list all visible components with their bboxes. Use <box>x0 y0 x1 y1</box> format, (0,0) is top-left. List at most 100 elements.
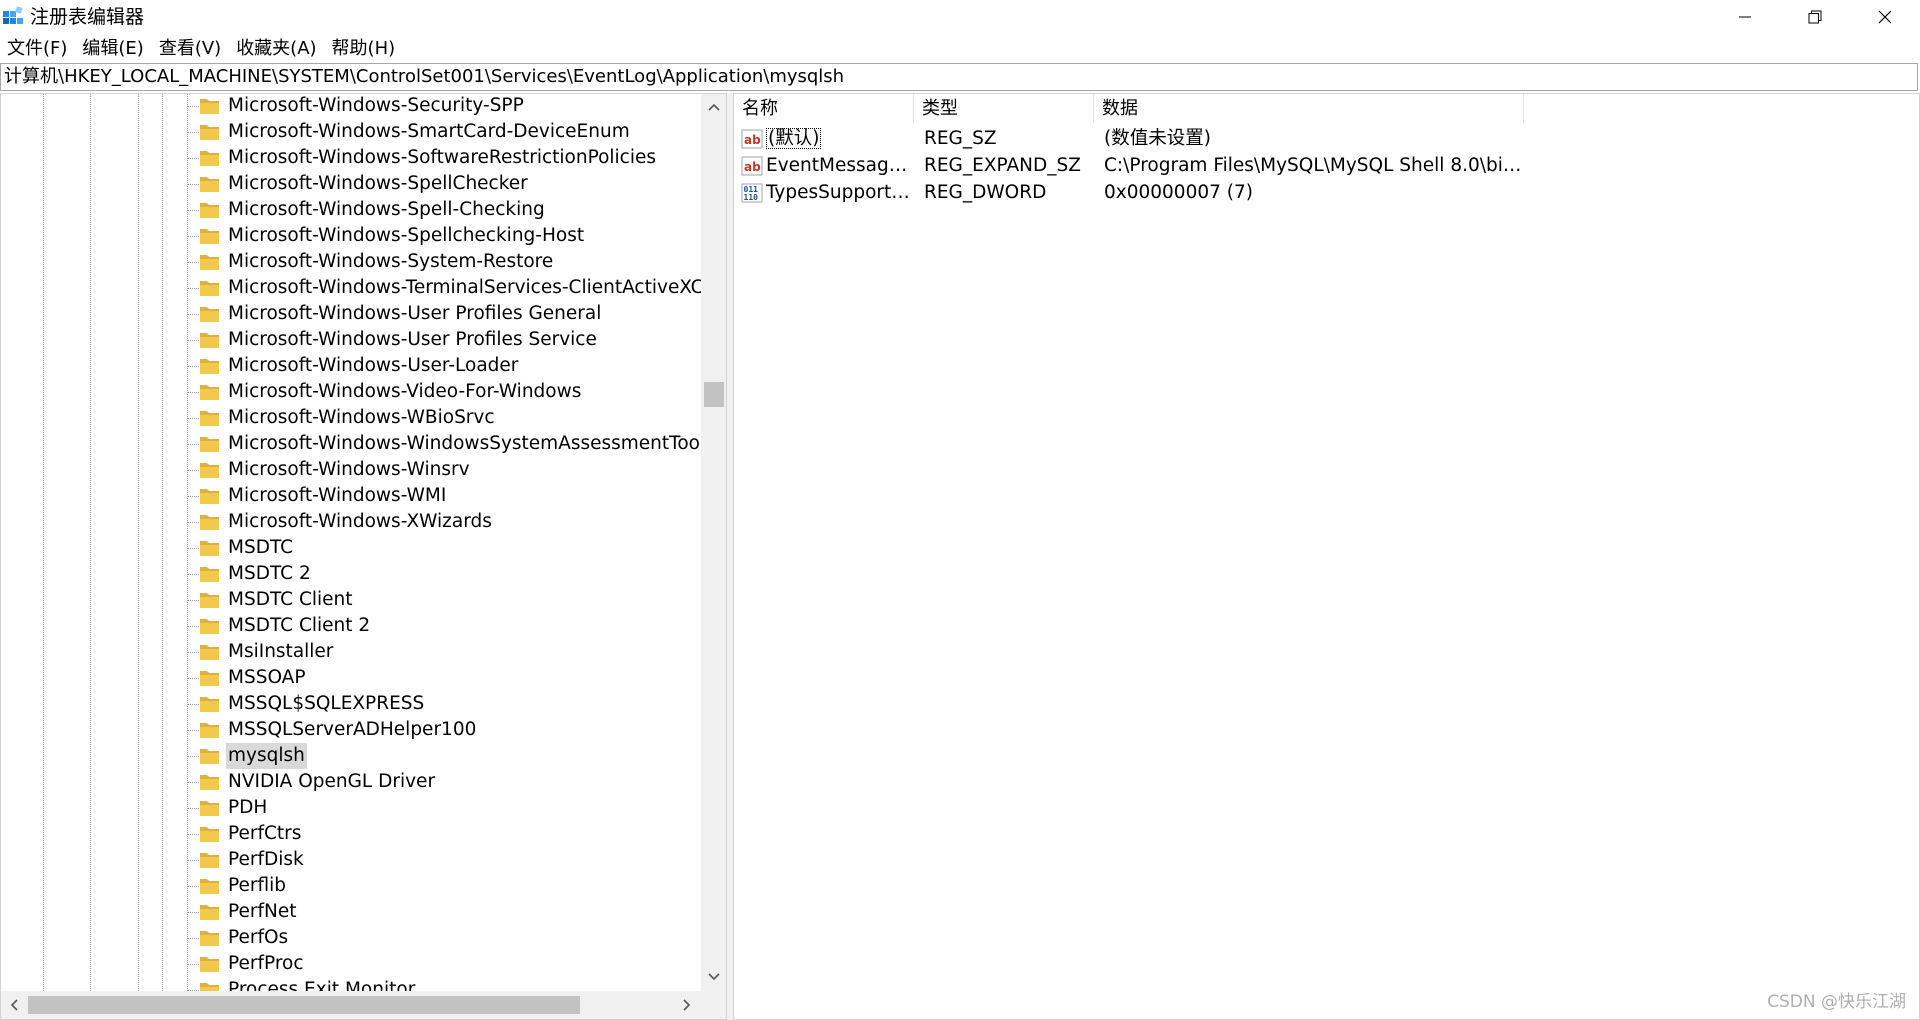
tree-item[interactable]: MSSQLServerADHelper100 <box>1 717 701 743</box>
folder-icon <box>200 983 219 991</box>
column-header-type[interactable]: 类型 <box>914 94 1094 123</box>
column-header-name[interactable]: 名称 <box>734 94 914 123</box>
tree-item-label: MSDTC 2 <box>228 563 311 584</box>
tree-item[interactable]: MSDTC Client <box>1 587 701 613</box>
tree-item[interactable]: Microsoft-Windows-Winsrv <box>1 457 701 483</box>
folder-icon <box>200 671 219 686</box>
string-value-icon: ab <box>741 156 763 176</box>
tree-item[interactable]: MSSQL$SQLEXPRESS <box>1 691 701 717</box>
value-row[interactable]: 011 110 TypesSupported REG_DWORD 0x00000… <box>734 179 1914 206</box>
folder-icon <box>200 333 219 348</box>
tree-item[interactable]: Process Exit Monitor <box>1 977 701 991</box>
address-bar <box>0 63 1918 91</box>
tree-item[interactable]: MsiInstaller <box>1 639 701 665</box>
menu-help[interactable]: 帮助(H) <box>326 36 402 62</box>
tree-item[interactable]: PerfOs <box>1 925 701 951</box>
close-button[interactable] <box>1850 0 1920 34</box>
tree-item[interactable]: MSSOAP <box>1 665 701 691</box>
scroll-thumb[interactable] <box>704 382 724 407</box>
tree-item[interactable]: Microsoft-Windows-User Profiles General <box>1 301 701 327</box>
folder-icon <box>200 619 219 634</box>
tree-item[interactable]: PDH <box>1 795 701 821</box>
tree-item-label: MSDTC Client 2 <box>228 615 371 636</box>
tree-item-label: Perflib <box>228 875 287 896</box>
tree-item[interactable]: PerfCtrs <box>1 821 701 847</box>
folder-icon <box>200 775 219 790</box>
column-header-data[interactable]: 数据 <box>1094 94 1524 123</box>
tree-item[interactable]: Microsoft-Windows-TerminalServices-Clien… <box>1 275 701 301</box>
folder-icon <box>200 203 219 218</box>
tree-item[interactable]: MSDTC Client 2 <box>1 613 701 639</box>
tree-item-label: Microsoft-Windows-User-Loader <box>228 355 519 376</box>
tree-item[interactable]: Microsoft-Windows-XWizards <box>1 509 701 535</box>
tree-item-label: PDH <box>228 797 268 818</box>
chevron-up-icon <box>707 103 720 111</box>
address-input[interactable] <box>4 64 1909 90</box>
menu-file[interactable]: 文件(F) <box>0 36 73 62</box>
svg-text:ab: ab <box>744 160 761 174</box>
folder-icon <box>200 307 219 322</box>
close-icon <box>1878 10 1892 24</box>
tree-item-label: Microsoft-Windows-Winsrv <box>228 459 470 480</box>
tree-vertical-scrollbar[interactable] <box>701 94 726 991</box>
tree-item-label: Microsoft-Windows-WindowsSystemAssessmen… <box>228 433 701 454</box>
tree-item[interactable]: Perflib <box>1 873 701 899</box>
folder-icon <box>200 723 219 738</box>
folder-icon <box>200 801 219 816</box>
tree-item[interactable]: Microsoft-Windows-Security-SPP <box>1 94 701 119</box>
menu-edit[interactable]: 编辑(E) <box>76 36 149 62</box>
tree-item-label: Microsoft-Windows-XWizards <box>228 511 492 532</box>
tree-item[interactable]: Microsoft-Windows-Video-For-Windows <box>1 379 701 405</box>
scroll-up-button[interactable] <box>701 94 726 120</box>
scroll-right-button[interactable] <box>674 991 700 1019</box>
menu-view[interactable]: 查看(V) <box>153 36 227 62</box>
folder-icon <box>200 385 219 400</box>
tree-horizontal-scrollbar[interactable] <box>1 991 726 1019</box>
tree-item[interactable]: Microsoft-Windows-Spellchecking-Host <box>1 223 701 249</box>
tree-item[interactable]: mysqlsh <box>1 743 701 769</box>
tree-item[interactable]: Microsoft-Windows-SpellChecker <box>1 171 701 197</box>
tree-item[interactable]: Microsoft-Windows-SoftwareRestrictionPol… <box>1 145 701 171</box>
value-row[interactable]: ab (默认) REG_SZ (数值未设置) <box>734 125 1914 152</box>
tree-item[interactable]: PerfNet <box>1 899 701 925</box>
scroll-down-button[interactable] <box>701 964 726 990</box>
tree-item[interactable]: PerfProc <box>1 951 701 977</box>
tree-item[interactable]: Microsoft-Windows-System-Restore <box>1 249 701 275</box>
tree-item-label: MSSQL$SQLEXPRESS <box>228 693 425 714</box>
minimize-button[interactable] <box>1710 0 1780 34</box>
scroll-left-button[interactable] <box>1 991 27 1019</box>
menu-bar: 文件(F) 编辑(E) 查看(V) 收藏夹(A) 帮助(H) <box>0 36 404 62</box>
tree-item[interactable]: Microsoft-Windows-WindowsSystemAssessmen… <box>1 431 701 457</box>
folder-icon <box>200 125 219 140</box>
binary-value-icon: 011 110 <box>741 183 763 203</box>
scroll-thumb[interactable] <box>28 996 580 1014</box>
tree-item[interactable]: Microsoft-Windows-User-Loader <box>1 353 701 379</box>
values-list-pane: 名称 类型 数据 ab (默认) REG_SZ (数值未设置) ab Event… <box>733 93 1920 1020</box>
menu-favorites[interactable]: 收藏夹(A) <box>230 36 322 62</box>
minimize-icon <box>1739 16 1751 18</box>
tree-item-label: Process Exit Monitor <box>228 979 416 991</box>
folder-icon <box>200 255 219 270</box>
value-row[interactable]: ab EventMessageF... REG_EXPAND_SZ C:\Pro… <box>734 152 1914 179</box>
svg-text:ab: ab <box>744 133 761 147</box>
tree-item[interactable]: Microsoft-Windows-WMI <box>1 483 701 509</box>
title-bar: 注册表编辑器 <box>0 0 1920 34</box>
folder-icon <box>200 489 219 504</box>
tree-item[interactable]: MSDTC <box>1 535 701 561</box>
tree-item-label: MSDTC Client <box>228 589 353 610</box>
tree-item[interactable]: Microsoft-Windows-Spell-Checking <box>1 197 701 223</box>
restore-button[interactable] <box>1780 0 1850 34</box>
tree-item-label: NVIDIA OpenGL Driver <box>228 771 436 792</box>
tree-item[interactable]: Microsoft-Windows-SmartCard-DeviceEnum <box>1 119 701 145</box>
tree-item-label: mysqlsh <box>226 743 307 769</box>
tree-item[interactable]: PerfDisk <box>1 847 701 873</box>
tree-item[interactable]: NVIDIA OpenGL Driver <box>1 769 701 795</box>
tree-item-label: PerfProc <box>228 953 304 974</box>
folder-icon <box>200 749 219 764</box>
tree-item[interactable]: MSDTC 2 <box>1 561 701 587</box>
folder-icon <box>200 229 219 244</box>
key-tree: Microsoft-Windows-Security-SPP Microsoft-… <box>1 94 701 991</box>
folder-icon <box>200 879 219 894</box>
tree-item[interactable]: Microsoft-Windows-User Profiles Service <box>1 327 701 353</box>
tree-item[interactable]: Microsoft-Windows-WBioSrvc <box>1 405 701 431</box>
